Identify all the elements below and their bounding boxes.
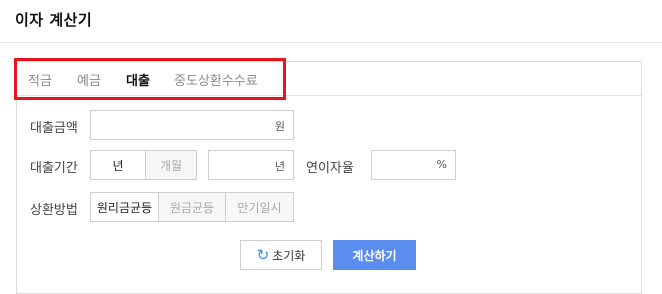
tab-loan[interactable]: 대출 bbox=[126, 70, 150, 89]
tab-prepayment-fee[interactable]: 중도상환수수료 bbox=[174, 70, 258, 89]
loan-period-unit: 년 bbox=[274, 160, 285, 173]
calculate-button[interactable]: 계산하기 bbox=[333, 240, 416, 270]
tab-bar: 적금 예금 대출 중도상환수수료 bbox=[17, 62, 641, 96]
loan-period-input[interactable]: 년 bbox=[208, 150, 294, 180]
tab-installment-savings[interactable]: 적금 bbox=[28, 70, 52, 89]
period-unit-year-toggle[interactable]: 년 bbox=[90, 150, 146, 180]
period-unit-month-toggle[interactable]: 개월 bbox=[145, 150, 197, 180]
interest-rate-unit: % bbox=[436, 158, 447, 171]
repayment-bullet[interactable]: 만기일시 bbox=[225, 192, 294, 222]
reset-button[interactable]: ↻ 초기화 bbox=[240, 240, 322, 270]
repayment-equal-principal[interactable]: 원금균등 bbox=[158, 192, 226, 222]
interest-rate-input[interactable]: % bbox=[371, 150, 456, 180]
repayment-equal-principal-interest[interactable]: 원리금균등 bbox=[90, 192, 159, 222]
interest-rate-label: 연이자율 bbox=[306, 161, 354, 176]
loan-amount-label: 대출금액 bbox=[30, 121, 78, 136]
tab-deposit[interactable]: 예금 bbox=[77, 70, 101, 89]
refresh-icon: ↻ bbox=[256, 245, 270, 264]
reset-button-label: 초기화 bbox=[272, 248, 306, 263]
loan-period-label: 대출기간 bbox=[30, 161, 78, 176]
app-header: 이자 계산기 bbox=[0, 0, 662, 43]
loan-amount-unit: 원 bbox=[274, 120, 285, 133]
page-title: 이자 계산기 bbox=[15, 11, 93, 29]
repayment-method-label: 상환방법 bbox=[30, 203, 78, 218]
loan-amount-input[interactable]: 원 bbox=[90, 110, 294, 140]
